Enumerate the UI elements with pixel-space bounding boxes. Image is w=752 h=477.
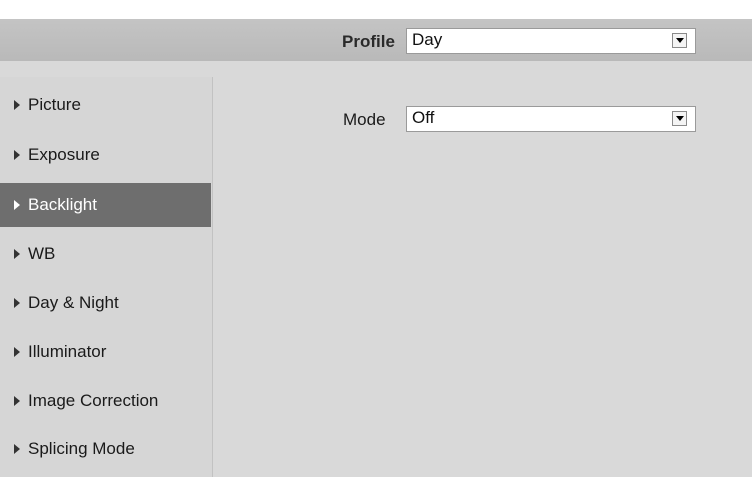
sidebar-item-label: Illuminator	[28, 342, 107, 361]
sidebar-item-day-night[interactable]: Day & Night	[0, 281, 211, 325]
mode-select-value: Off	[412, 108, 435, 127]
caret-right-icon	[14, 444, 20, 454]
mode-label: Mode	[343, 110, 386, 129]
sidebar-item-label: Exposure	[28, 145, 100, 164]
profile-select-value: Day	[412, 30, 443, 49]
profile-select[interactable]: Day	[406, 28, 696, 54]
sidebar-item-label: Picture	[28, 95, 81, 114]
sidebar-item-exposure[interactable]: Exposure	[0, 133, 211, 177]
caret-right-icon	[14, 347, 20, 357]
sidebar-item-label: Splicing Mode	[28, 439, 135, 458]
sidebar-item-illuminator[interactable]: Illuminator	[0, 330, 211, 374]
chevron-down-icon[interactable]	[672, 33, 687, 48]
sidebar: Picture Exposure Backlight WB Day & Nigh…	[0, 77, 213, 477]
profile-label: Profile	[342, 32, 395, 51]
caret-right-icon	[14, 249, 20, 259]
caret-right-icon	[14, 396, 20, 406]
caret-right-icon	[14, 100, 20, 110]
sidebar-item-splicing-mode[interactable]: Splicing Mode	[0, 427, 211, 471]
caret-right-icon	[14, 150, 20, 160]
sidebar-item-wb[interactable]: WB	[0, 232, 211, 276]
sidebar-item-label: Day & Night	[28, 293, 119, 312]
sidebar-item-picture[interactable]: Picture	[0, 83, 211, 127]
sidebar-item-label: WB	[28, 244, 56, 263]
sidebar-item-image-correction[interactable]: Image Correction	[0, 379, 211, 423]
caret-right-icon	[14, 298, 20, 308]
caret-right-icon	[14, 200, 20, 210]
chevron-down-icon[interactable]	[672, 111, 687, 126]
sidebar-item-label: Backlight	[28, 195, 97, 214]
sidebar-item-label: Image Correction	[28, 391, 159, 410]
sidebar-item-backlight[interactable]: Backlight	[0, 183, 211, 227]
mode-select[interactable]: Off	[406, 106, 696, 132]
